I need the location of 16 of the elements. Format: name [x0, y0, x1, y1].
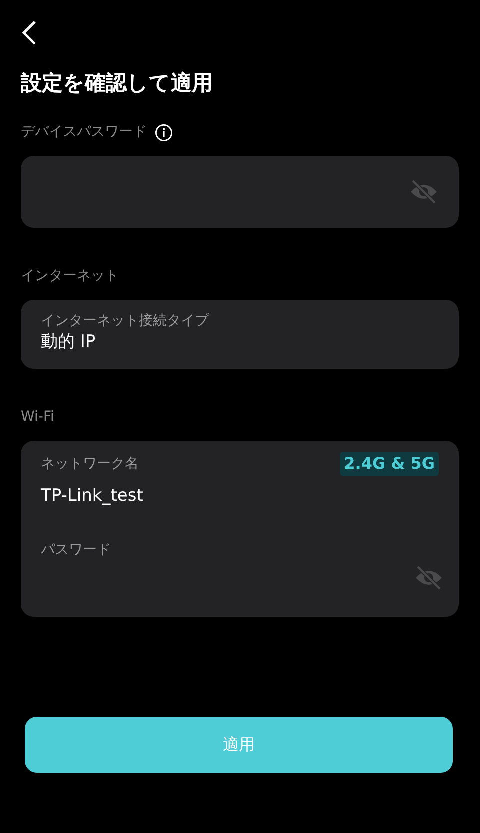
password-field[interactable]	[21, 156, 459, 228]
back-icon[interactable]	[21, 20, 37, 46]
field-label: インターネット接続タイプ	[41, 312, 210, 330]
section-label: インターネット	[21, 267, 120, 286]
eye-slash-icon[interactable]	[414, 564, 444, 591]
section-label: Wi-Fi	[21, 408, 56, 428]
field-label: パスワード	[41, 540, 112, 560]
field-label: ネットワーク名	[41, 454, 139, 474]
eye-slash-icon[interactable]	[409, 179, 439, 206]
network-name-value[interactable]: TP-Link_test	[41, 484, 439, 510]
field-value: 動的 IP	[41, 331, 97, 354]
field-label: デバイスパスワード	[21, 123, 147, 142]
connection-type-card[interactable]: インターネット接続タイプ 動的 IP	[21, 300, 459, 370]
band-tag: 2.4G & 5G	[340, 452, 439, 476]
page-title: 設定を確認して適用	[21, 70, 214, 97]
info-icon[interactable]	[155, 124, 173, 142]
